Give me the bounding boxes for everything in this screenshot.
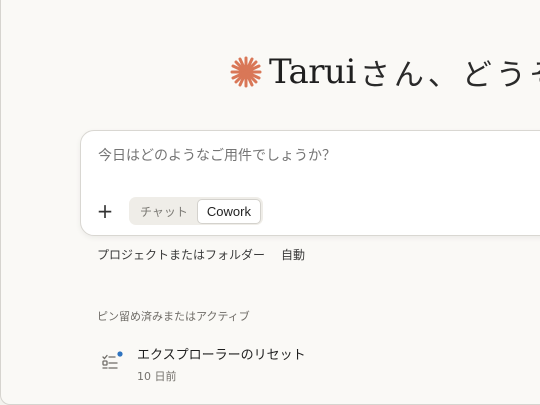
mode-cowork-button[interactable]: Cowork [196, 198, 261, 224]
prompt-input[interactable] [98, 147, 538, 163]
main-window: Tarui さん、どうぞ + チャット Cowork プロジェクトまたはフォルダ… [0, 0, 540, 405]
user-name: Tarui [269, 52, 356, 92]
list-item-title: エクスプローラーのリセット [137, 348, 306, 363]
list-item-text: エクスプローラーのリセット 10 日前 [137, 344, 306, 384]
mode-toggle: チャット Cowork [129, 197, 263, 225]
pinned-section-title: ピン留め済みまたはアクティブ [97, 310, 250, 323]
spark-logo-icon [230, 56, 262, 88]
composer-options: プロジェクトまたはフォルダー 自動 [97, 246, 305, 263]
auto-selector[interactable]: 自動 [281, 246, 305, 263]
mode-chat-button[interactable]: チャット [131, 199, 197, 224]
greeting: Tarui さん、どうぞ [229, 50, 540, 94]
plus-icon[interactable]: + [95, 201, 115, 221]
list-item[interactable]: エクスプローラーのリセット 10 日前 [101, 344, 306, 384]
project-folder-selector[interactable]: プロジェクトまたはフォルダー [97, 246, 265, 263]
task-list-icon [102, 351, 123, 369]
greeting-suffix: さん、どうぞ [359, 58, 540, 93]
list-item-time: 10 日前 [137, 370, 177, 383]
prompt-composer: + チャット Cowork [80, 130, 540, 236]
